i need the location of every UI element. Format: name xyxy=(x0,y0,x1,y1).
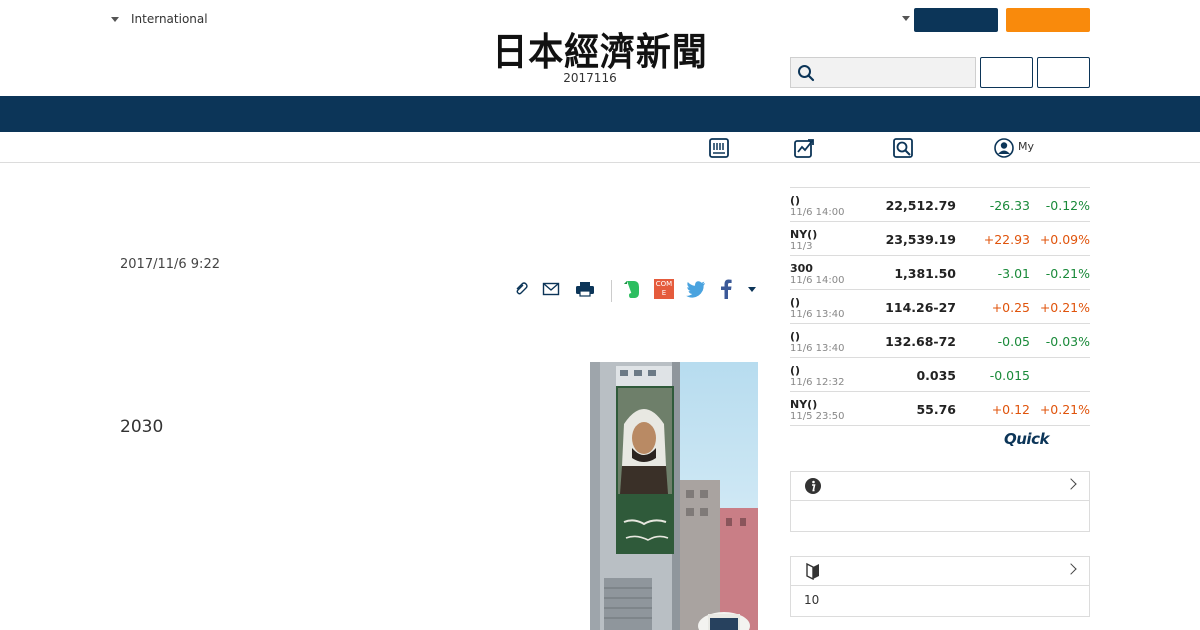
caret-down-icon xyxy=(748,286,756,292)
search-input[interactable] xyxy=(819,60,969,85)
account-menu-caret-icon[interactable] xyxy=(902,16,910,21)
share-divider xyxy=(611,280,612,302)
market-row[interactable]: () 11/6 14:00 22,512.79 -26.33 -0.12% xyxy=(790,188,1090,222)
market-value: 132.68-72 xyxy=(885,334,956,349)
market-chart-icon[interactable] xyxy=(793,137,815,159)
market-change: +22.93 xyxy=(983,232,1030,247)
market-name: () xyxy=(790,330,801,343)
my-page-label[interactable]: My xyxy=(1018,140,1034,153)
chevron-right-icon xyxy=(1065,478,1077,490)
info-box-header[interactable] xyxy=(791,472,1089,501)
market-change-percent: -0.21% xyxy=(1045,266,1090,281)
photo-illustration xyxy=(590,362,758,630)
ranking-box-body: 10 xyxy=(804,593,820,607)
quick-logo[interactable]: Quick xyxy=(1004,430,1049,448)
site-logo[interactable]: 日本經濟新聞 xyxy=(450,28,750,74)
info-icon xyxy=(805,478,821,494)
market-value: 55.76 xyxy=(916,402,956,417)
clip-icon[interactable] xyxy=(510,278,532,300)
market-change-percent: -0.03% xyxy=(1045,334,1090,349)
market-change: -3.01 xyxy=(997,266,1030,281)
market-time: 11/6 13:40 xyxy=(790,343,845,354)
market-change-percent: +0.21% xyxy=(1039,402,1090,417)
market-row[interactable]: NY() 11/3 23,539.19 +22.93 +0.09% xyxy=(790,222,1090,256)
facebook-icon[interactable] xyxy=(715,278,737,300)
market-row[interactable]: 300 11/6 14:00 1,381.50 -3.01 -0.21% xyxy=(790,256,1090,290)
site-header: International 日本經濟新聞 2017116 xyxy=(0,0,1200,96)
article-date: 2017/11/6 9:22 xyxy=(120,257,220,272)
market-row[interactable]: () 11/6 13:40 114.26-27 +0.25 +0.21% xyxy=(790,290,1090,324)
share-more-caret-icon[interactable] xyxy=(741,278,763,300)
market-data-table: () 11/6 14:00 22,512.79 -26.33 -0.12% NY() 11/… xyxy=(790,187,1090,426)
newspaper-icon[interactable] xyxy=(708,137,730,159)
search-news-icon[interactable] xyxy=(892,137,914,159)
market-change-percent: +0.21% xyxy=(1039,300,1090,315)
market-value: 1,381.50 xyxy=(894,266,956,281)
header-button-2[interactable] xyxy=(1037,57,1090,88)
market-name: () xyxy=(790,364,801,377)
ranking-box-header[interactable] xyxy=(791,557,1089,586)
market-time: 11/6 12:32 xyxy=(790,377,845,388)
subscribe-button[interactable] xyxy=(1006,8,1090,32)
market-change: +0.25 xyxy=(991,300,1030,315)
mail-icon[interactable] xyxy=(540,278,562,300)
market-change: -0.015 xyxy=(989,368,1030,383)
ranking-box: 10 xyxy=(790,556,1090,617)
market-row[interactable]: NY() 11/5 23:50 55.76 +0.12 +0.21% xyxy=(790,392,1090,426)
market-name: () xyxy=(790,194,801,207)
market-name: () xyxy=(790,296,801,309)
evernote-icon[interactable] xyxy=(621,278,643,300)
edition-date: 2017116 xyxy=(563,71,617,85)
market-time: 11/6 14:00 xyxy=(790,207,845,218)
chevron-right-icon xyxy=(1065,563,1077,575)
share-toolbar: COME xyxy=(510,278,760,302)
come-icon-label: COME xyxy=(654,279,674,299)
sub-navigation: My xyxy=(0,132,1200,163)
region-label: International xyxy=(131,12,208,26)
market-name: 300 xyxy=(790,262,813,275)
market-row[interactable]: () 11/6 12:32 0.035 -0.015 xyxy=(790,358,1090,392)
market-value: 23,539.19 xyxy=(885,232,956,247)
market-change: +0.12 xyxy=(991,402,1030,417)
caret-down-icon xyxy=(111,16,119,22)
market-change: -0.05 xyxy=(997,334,1030,349)
market-value: 114.26-27 xyxy=(885,300,956,315)
user-icon[interactable] xyxy=(993,137,1015,159)
market-name: NY() xyxy=(790,228,818,241)
market-row[interactable]: () 11/6 13:40 132.68-72 -0.05 -0.03% xyxy=(790,324,1090,358)
market-change-percent: +0.09% xyxy=(1039,232,1090,247)
market-value: 22,512.79 xyxy=(885,198,956,213)
header-button-1[interactable] xyxy=(980,57,1033,88)
twitter-icon[interactable] xyxy=(685,278,707,300)
search-icon[interactable] xyxy=(797,64,815,82)
logo-text: 日本經濟新聞 xyxy=(492,28,708,74)
login-button[interactable] xyxy=(914,8,998,32)
market-time: 11/6 13:40 xyxy=(790,309,845,320)
market-name: NY() xyxy=(790,398,818,411)
market-time: 11/5 23:50 xyxy=(790,411,845,422)
info-box xyxy=(790,471,1090,532)
print-icon[interactable] xyxy=(574,278,596,300)
market-value: 0.035 xyxy=(916,368,956,383)
market-change: -26.33 xyxy=(989,198,1030,213)
market-time: 11/3 xyxy=(790,241,813,252)
main-navigation-bar xyxy=(0,96,1200,132)
market-time: 11/6 14:00 xyxy=(790,275,845,286)
search-box xyxy=(790,57,976,88)
article-lead: 2030 xyxy=(120,417,164,437)
article-photo[interactable] xyxy=(590,362,758,630)
region-selector[interactable]: International xyxy=(111,12,208,26)
come-icon[interactable]: COME xyxy=(653,278,675,300)
beginner-mark-icon xyxy=(806,562,819,580)
market-change-percent: -0.12% xyxy=(1045,198,1090,213)
